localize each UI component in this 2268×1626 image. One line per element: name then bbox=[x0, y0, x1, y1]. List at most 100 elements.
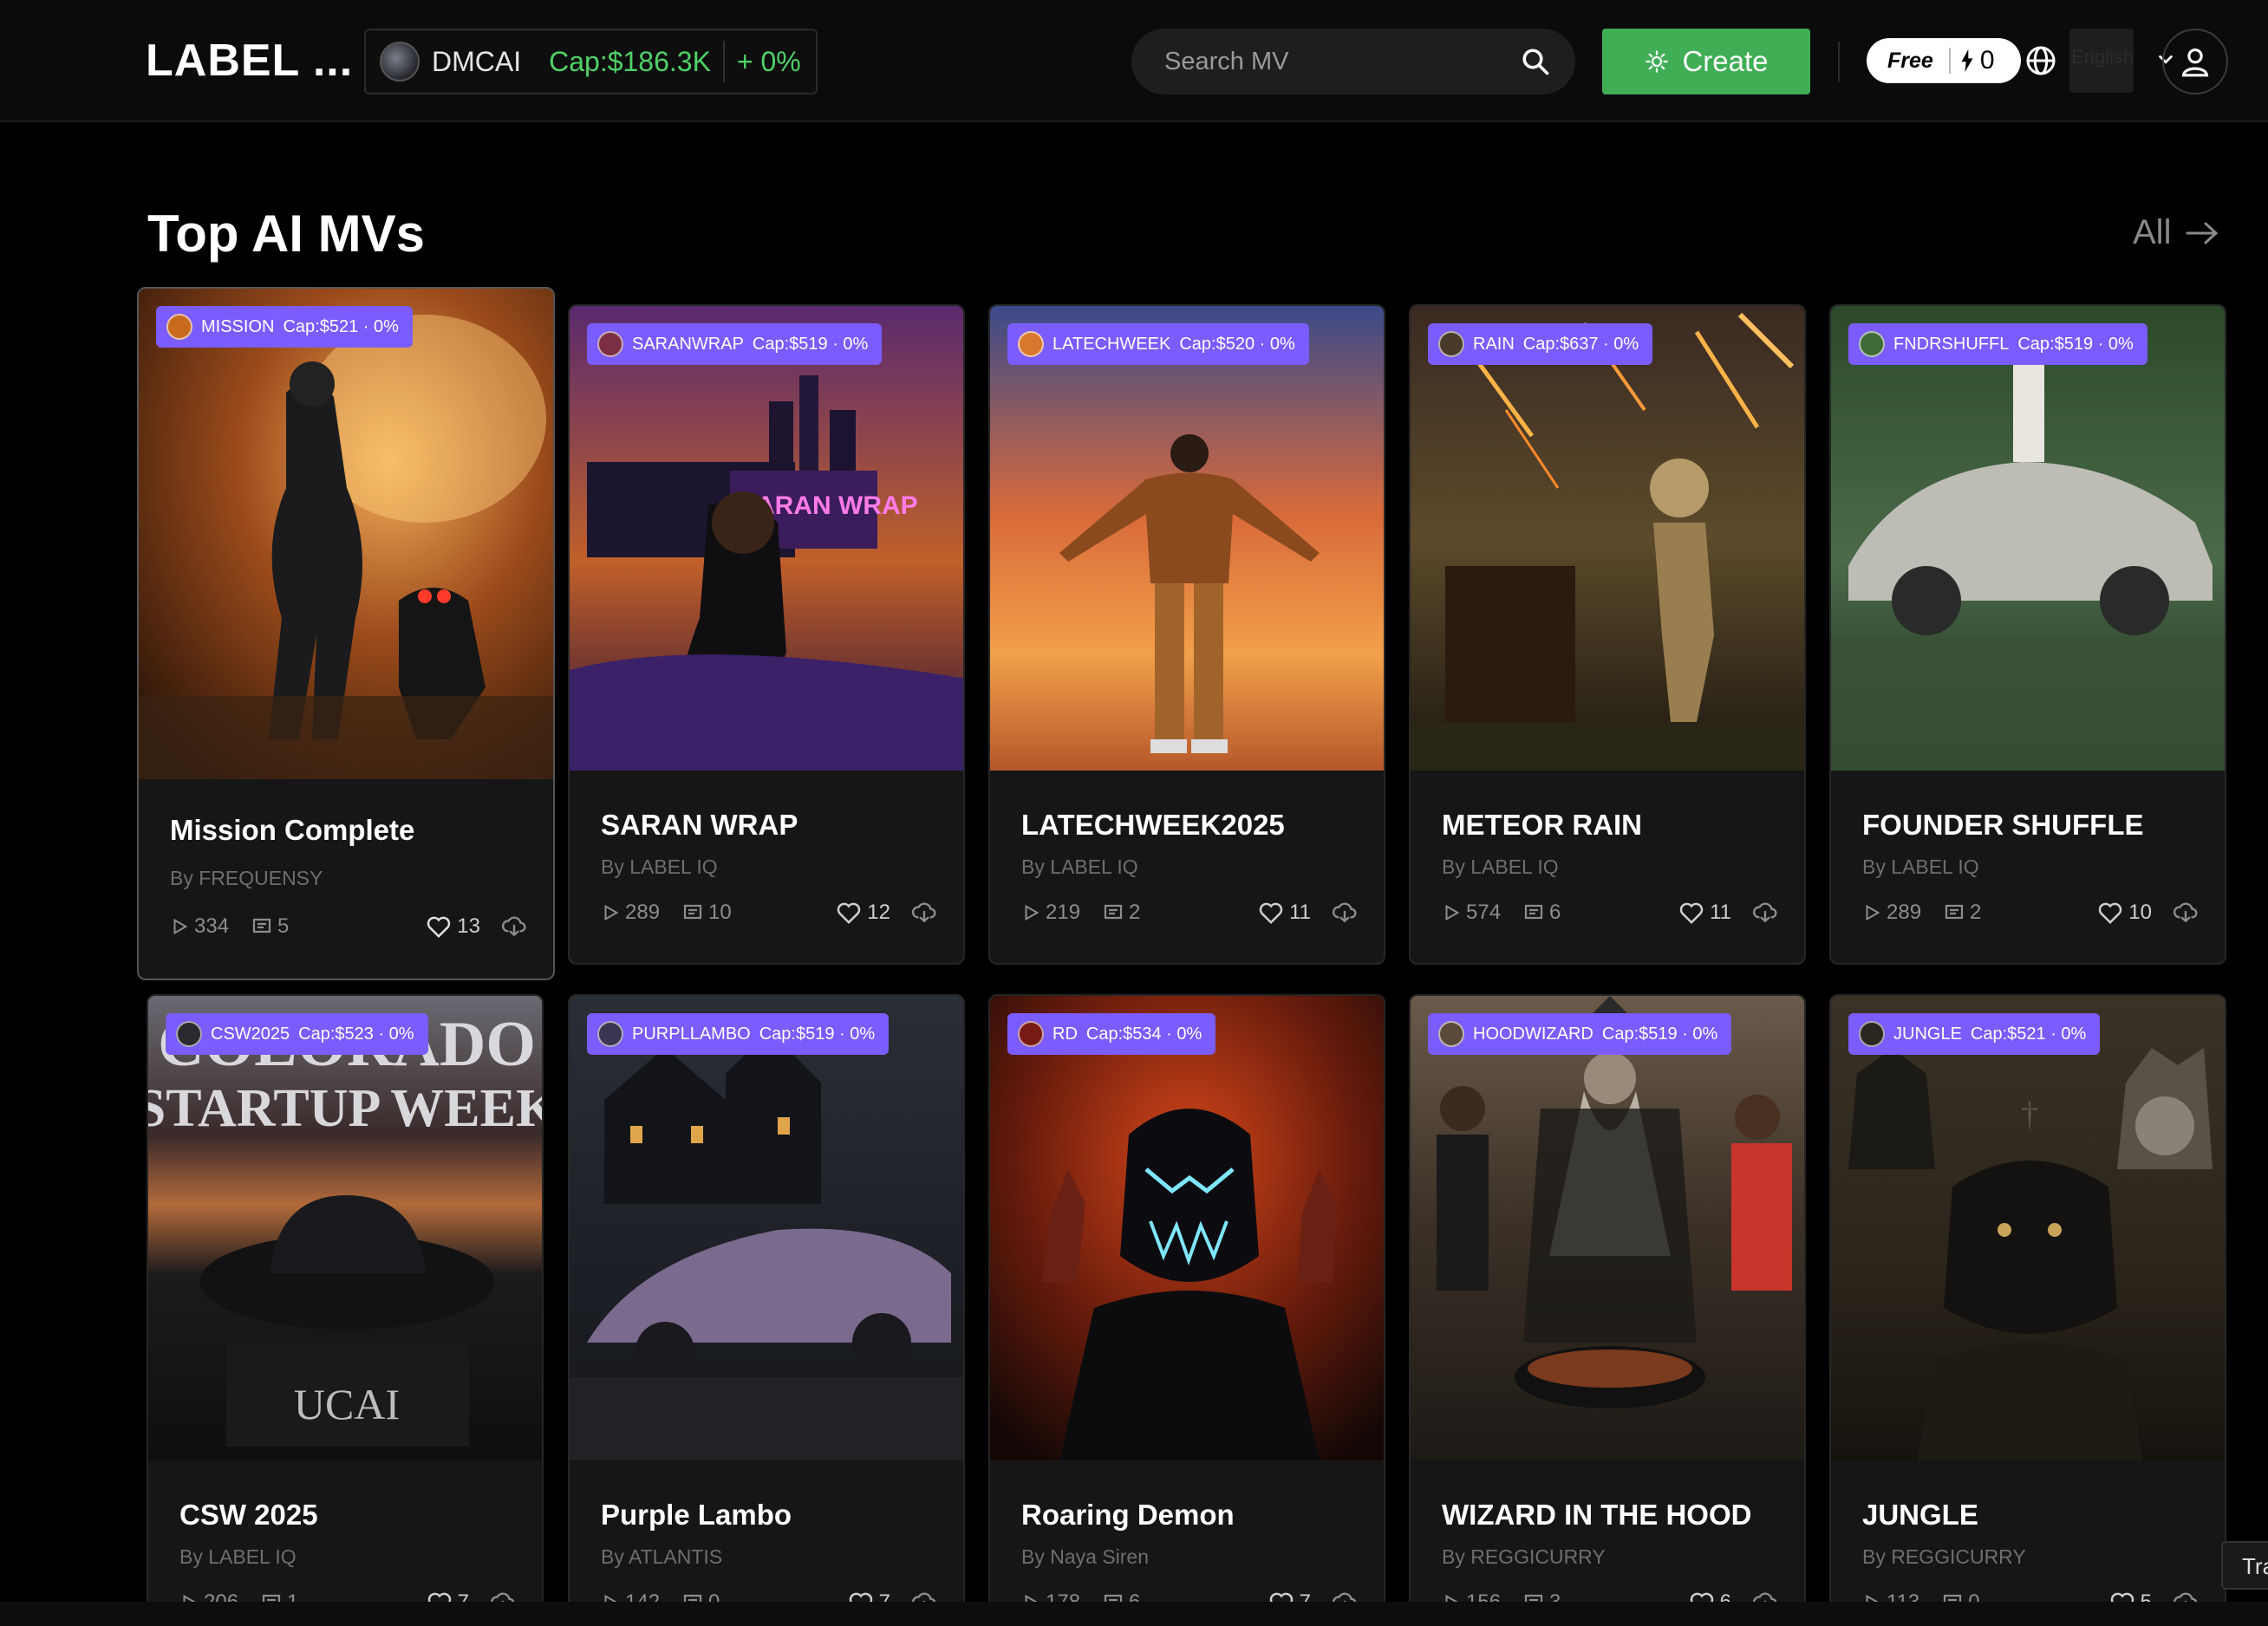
mv-thumbnail[interactable]: RAIN Cap:$637 · 0% bbox=[1411, 306, 1804, 771]
mv-title[interactable]: WIZARD IN THE HOOD bbox=[1442, 1499, 1751, 1532]
mv-card[interactable]: RD Cap:$534 · 0% Roaring Demon By Naya S… bbox=[988, 994, 1385, 1626]
comments-stat[interactable]: 10 bbox=[682, 901, 732, 925]
mv-author[interactable]: By LABEL IQ bbox=[601, 855, 718, 879]
token-tag[interactable]: RAIN Cap:$637 · 0% bbox=[1428, 323, 1653, 365]
token-cap: Cap:$519 · 0% bbox=[1601, 1024, 1718, 1044]
token-avatar bbox=[1438, 331, 1464, 357]
heart-icon bbox=[427, 916, 451, 939]
token-cap: Cap:$637 · 0% bbox=[1522, 334, 1639, 354]
translate-button[interactable]: Tra bbox=[2221, 1541, 2268, 1590]
user-menu-button[interactable] bbox=[2162, 29, 2228, 94]
comments-stat[interactable]: 2 bbox=[1944, 901, 1981, 925]
comments-stat[interactable]: 6 bbox=[1523, 901, 1561, 925]
mv-card[interactable]: RAIN Cap:$637 · 0% METEOR RAIN By LABEL … bbox=[1409, 304, 1806, 965]
search-icon[interactable] bbox=[1520, 46, 1551, 77]
mv-card[interactable]: † JUNGLE Cap:$521 · 0% JUNGLE By REGGICU… bbox=[1829, 994, 2226, 1626]
language-select[interactable]: English bbox=[2069, 29, 2134, 93]
plays-count: 334 bbox=[194, 914, 230, 938]
download-icon[interactable] bbox=[2173, 901, 2199, 925]
credits-badge[interactable]: Free 0 bbox=[1867, 38, 2021, 83]
token-cap: Cap:$521 · 0% bbox=[283, 316, 399, 336]
token-tag[interactable]: CSW2025 Cap:$523 · 0% bbox=[166, 1013, 428, 1055]
plays-stat: 219 bbox=[1021, 901, 1080, 925]
poster-title-line2: STARTUP WEEK bbox=[148, 1079, 542, 1138]
token-cap: Cap:$519 · 0% bbox=[752, 334, 869, 354]
mv-card[interactable]: HOODWIZARD Cap:$519 · 0% WIZARD IN THE H… bbox=[1409, 994, 1806, 1626]
heart-icon bbox=[837, 902, 861, 925]
token-symbol: RAIN bbox=[1473, 334, 1515, 354]
mv-thumbnail[interactable]: † JUNGLE Cap:$521 · 0% bbox=[1831, 996, 2225, 1460]
mv-thumbnail[interactable]: LATECHWEEK Cap:$520 · 0% bbox=[990, 306, 1384, 771]
mv-title[interactable]: Roaring Demon bbox=[1021, 1499, 1235, 1532]
mv-card[interactable]: SARAN WRAP SARANWRAP Cap:$519 · 0% SARAN… bbox=[568, 304, 965, 965]
comments-stat[interactable]: 2 bbox=[1103, 901, 1140, 925]
like-button[interactable]: 11 bbox=[1258, 901, 1311, 925]
mv-card[interactable]: LATECHWEEK Cap:$520 · 0% LATECHWEEK2025 … bbox=[988, 304, 1385, 965]
like-button[interactable]: 13 bbox=[426, 914, 480, 939]
mv-title[interactable]: Mission Complete bbox=[170, 814, 414, 847]
page: LABEL ... DMCAI Cap:$186.3K + 0% Search … bbox=[0, 0, 2268, 1626]
mv-author[interactable]: By LABEL IQ bbox=[1021, 855, 1138, 879]
comment-icon bbox=[252, 918, 271, 933]
token-avatar bbox=[1018, 1021, 1044, 1047]
mv-author[interactable]: By LABEL IQ bbox=[1442, 855, 1559, 879]
mv-title[interactable]: METEOR RAIN bbox=[1442, 809, 1642, 842]
mv-thumbnail[interactable]: COLORADO STARTUP WEEK UCAI CSW2025 Cap:$… bbox=[148, 996, 542, 1460]
token-avatar bbox=[176, 1021, 202, 1047]
comments-stat[interactable]: 5 bbox=[251, 914, 289, 939]
token-cap: Cap:$520 · 0% bbox=[1179, 334, 1295, 354]
download-icon[interactable] bbox=[1752, 901, 1778, 925]
mv-title[interactable]: CSW 2025 bbox=[179, 1499, 318, 1532]
mv-thumbnail[interactable]: RD Cap:$534 · 0% bbox=[990, 996, 1384, 1460]
svg-text:†: † bbox=[2021, 1095, 2038, 1134]
mv-card[interactable]: MISSION Cap:$521 · 0% Mission Complete B… bbox=[137, 287, 555, 980]
mv-thumbnail[interactable]: HOODWIZARD Cap:$519 · 0% bbox=[1411, 996, 1804, 1460]
mv-title[interactable]: FOUNDER SHUFFLE bbox=[1862, 809, 2144, 842]
globe-icon[interactable] bbox=[2025, 45, 2056, 76]
search-placeholder: Search MV bbox=[1164, 47, 1289, 75]
token-tag[interactable]: HOODWIZARD Cap:$519 · 0% bbox=[1428, 1013, 1732, 1055]
download-icon[interactable] bbox=[1332, 901, 1358, 925]
mv-author[interactable]: By FREQUENSY bbox=[170, 867, 323, 890]
like-button[interactable]: 10 bbox=[2097, 901, 2152, 925]
mv-stats: 574 6 11 bbox=[1442, 895, 1778, 930]
download-icon[interactable] bbox=[911, 901, 937, 925]
like-button[interactable]: 12 bbox=[836, 901, 890, 925]
token-symbol: CSW2025 bbox=[211, 1024, 290, 1044]
language-label: English bbox=[2071, 46, 2134, 68]
play-icon bbox=[1025, 904, 1040, 921]
token-tag[interactable]: FNDRSHUFFL Cap:$519 · 0% bbox=[1848, 323, 2147, 365]
mv-title[interactable]: Purple Lambo bbox=[601, 1499, 792, 1532]
mv-card[interactable]: COLORADO STARTUP WEEK UCAI CSW2025 Cap:$… bbox=[147, 994, 544, 1626]
mv-title[interactable]: SARAN WRAP bbox=[601, 809, 798, 842]
mv-card[interactable]: FNDRSHUFFL Cap:$519 · 0% FOUNDER SHUFFLE… bbox=[1829, 304, 2226, 965]
mv-title[interactable]: JUNGLE bbox=[1862, 1499, 1978, 1532]
mv-author[interactable]: By LABEL IQ bbox=[1862, 855, 1979, 879]
platform-token-ticker[interactable]: DMCAI Cap:$186.3K + 0% bbox=[364, 29, 818, 94]
token-tag[interactable]: PURPLLAMBO Cap:$519 · 0% bbox=[587, 1013, 890, 1055]
mv-thumbnail[interactable]: MISSION Cap:$521 · 0% bbox=[139, 289, 553, 779]
mv-author[interactable]: By LABEL IQ bbox=[179, 1545, 297, 1569]
site-logo[interactable]: LABEL ... bbox=[146, 35, 353, 87]
create-button[interactable]: Create bbox=[1602, 29, 1810, 94]
mv-card[interactable]: PURPLLAMBO Cap:$519 · 0% Purple Lambo By… bbox=[568, 994, 965, 1626]
token-tag[interactable]: RD Cap:$534 · 0% bbox=[1007, 1013, 1216, 1055]
mv-thumbnail[interactable]: FNDRSHUFFL Cap:$519 · 0% bbox=[1831, 306, 2225, 771]
token-tag[interactable]: LATECHWEEK Cap:$520 · 0% bbox=[1007, 323, 1309, 365]
mv-author[interactable]: By REGGICURRY bbox=[1862, 1545, 2026, 1569]
see-all-link[interactable]: All bbox=[2133, 213, 2219, 252]
token-tag[interactable]: JUNGLE Cap:$521 · 0% bbox=[1848, 1013, 2101, 1055]
mv-title[interactable]: LATECHWEEK2025 bbox=[1021, 809, 1285, 842]
token-tag[interactable]: MISSION Cap:$521 · 0% bbox=[156, 306, 413, 348]
mv-thumbnail[interactable]: SARAN WRAP SARANWRAP Cap:$519 · 0% bbox=[570, 306, 963, 771]
mv-author[interactable]: By ATLANTIS bbox=[601, 1545, 722, 1569]
token-tag[interactable]: SARANWRAP Cap:$519 · 0% bbox=[587, 323, 883, 365]
token-avatar bbox=[166, 314, 192, 340]
comment-icon bbox=[1945, 904, 1964, 920]
search-input[interactable]: Search MV bbox=[1131, 29, 1575, 94]
mv-thumbnail[interactable]: PURPLLAMBO Cap:$519 · 0% bbox=[570, 996, 963, 1460]
like-button[interactable]: 11 bbox=[1678, 901, 1731, 925]
mv-author[interactable]: By Naya Siren bbox=[1021, 1545, 1149, 1569]
download-icon[interactable] bbox=[501, 914, 527, 939]
mv-author[interactable]: By REGGICURRY bbox=[1442, 1545, 1606, 1569]
